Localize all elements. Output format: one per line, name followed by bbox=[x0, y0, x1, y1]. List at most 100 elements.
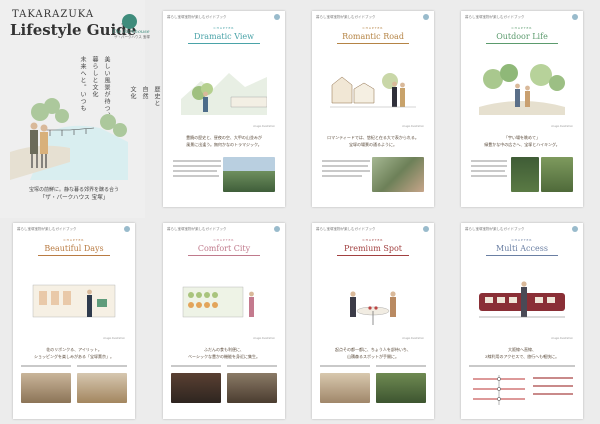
page-mark-icon bbox=[572, 14, 578, 20]
body-text bbox=[471, 170, 505, 172]
chapter-label: CHAPTER bbox=[362, 26, 384, 30]
page-mark-icon bbox=[423, 14, 429, 20]
image-credit: image illustration bbox=[253, 125, 275, 128]
hiking-illustration bbox=[479, 64, 565, 115]
page-header: 暮らし宝塚宝物が楽しむガイドブック bbox=[17, 227, 77, 231]
blurb-line: ベーシックな豊かの機能を身近に集生。 bbox=[188, 354, 260, 359]
image-credit: image illustration bbox=[402, 125, 424, 128]
tagline-2: 「ザ・パークハウス 宝塚」 bbox=[39, 195, 109, 201]
body-text bbox=[322, 170, 370, 172]
blurb-line: ショッピングを楽しみがある「宝塚薫京」。 bbox=[34, 354, 114, 359]
title-rule bbox=[188, 255, 260, 256]
page-premium-spot: 暮らし宝塚宝物が楽しむガイドブック CHAPTER Premium Spot i… bbox=[312, 223, 434, 419]
title-rule bbox=[38, 255, 110, 256]
body-text bbox=[320, 365, 370, 367]
page-mark-icon bbox=[274, 14, 280, 20]
body-text bbox=[471, 160, 507, 162]
chapter-label: CHAPTER bbox=[63, 238, 85, 242]
chapter-label: CHAPTER bbox=[511, 26, 533, 30]
body-text bbox=[171, 365, 221, 367]
page-blurb: 起点その都一都に、ちょう人を部待いち、 山積森るスポットが手開に。 bbox=[312, 346, 434, 360]
title-rule bbox=[486, 43, 558, 44]
brand-logo: The Parkhouse ザ・パークハウス 宝塚 bbox=[112, 14, 150, 40]
page-header: 暮らし宝塚宝物が楽しむガイドブック bbox=[316, 15, 376, 19]
page-title: Premium Spot bbox=[344, 244, 402, 253]
page-header: 暮らし宝塚宝物が楽しむガイドブック bbox=[465, 15, 525, 19]
logo-emblem-icon bbox=[121, 14, 137, 29]
page-blurb: ふだんの食も利便に、 ベーシックな豊かの機能を身近に集生。 bbox=[163, 346, 285, 360]
image-credit: image illustration bbox=[253, 337, 275, 340]
photo bbox=[320, 373, 370, 403]
access-times bbox=[533, 375, 573, 401]
page-comfort-city: 暮らし宝塚宝物が楽しむガイドブック CHAPTER Comfort City i… bbox=[163, 223, 285, 419]
cover-page: TAKARAZUKA Lifestyle Guide The Parkhouse… bbox=[0, 0, 160, 218]
image-credit: image illustration bbox=[402, 337, 424, 340]
image-credit: image illustration bbox=[551, 125, 573, 128]
page-blurb: 豊饒の歴史と、昼夜の空、大甲の山並みが 風景に出逢う。無何かなのトラマジック。 bbox=[163, 134, 285, 148]
chapter-label: CHAPTER bbox=[213, 238, 235, 242]
blurb-line: 花のリボンクる、アイリット。 bbox=[46, 347, 102, 352]
page-header: 暮らし宝塚宝物が楽しむガイドブック bbox=[167, 227, 227, 231]
body-text bbox=[173, 175, 219, 177]
cafe-illustration bbox=[350, 291, 396, 325]
photo bbox=[227, 373, 277, 403]
photo bbox=[541, 157, 573, 192]
body-text bbox=[322, 175, 362, 177]
title-rule bbox=[188, 43, 260, 44]
body-text bbox=[77, 365, 127, 367]
cover-tagline: 宝塚の前鮮に。静な暮る郊界を醸る合う 「ザ・パークハウス 宝塚」 bbox=[14, 186, 134, 202]
blurb-line: 宝塚の場景の通るように。 bbox=[349, 142, 397, 147]
page-title: Dramatic View bbox=[194, 32, 254, 41]
image-credit: image illustration bbox=[551, 337, 573, 340]
photo bbox=[77, 373, 127, 403]
title-rule bbox=[337, 255, 409, 256]
page-blurb: 花のリボンクる、アイリット。 ショッピングを楽しみがある「宝塚薫京」。 bbox=[13, 346, 135, 360]
page-blurb: ロマンティードでは、悠紀と在る大で表かられる。 宝塚の場景の通るように。 bbox=[312, 134, 434, 148]
body-text bbox=[471, 175, 507, 177]
photo bbox=[372, 157, 424, 192]
page-mark-icon bbox=[124, 226, 130, 232]
page-title: Outdoor Life bbox=[496, 32, 548, 41]
shopping-illustration bbox=[32, 284, 116, 318]
blurb-line: 「宇い場を眺めて」 bbox=[504, 135, 540, 140]
page-title: Comfort City bbox=[197, 244, 251, 253]
chapter-label: CHAPTER bbox=[213, 26, 235, 30]
blurb-line: ふだんの食も利便に、 bbox=[204, 347, 244, 352]
chapter-label: CHAPTER bbox=[511, 238, 533, 242]
access-line bbox=[533, 385, 573, 387]
title-rule bbox=[486, 255, 558, 256]
body-text bbox=[173, 170, 217, 172]
mountain-view-illustration bbox=[181, 73, 267, 115]
cover-pre-title: TAKARAZUKA bbox=[12, 9, 95, 20]
page-mark-icon bbox=[274, 226, 280, 232]
photo bbox=[21, 373, 71, 403]
page-title: Multi Access bbox=[496, 244, 548, 253]
access-line bbox=[533, 377, 573, 379]
tagline-1: 宝塚の前鮮に。静な暮る郊界を醸る合う bbox=[28, 187, 119, 193]
page-header: 暮らし宝塚宝物が楽しむガイドブック bbox=[167, 15, 227, 19]
body-text bbox=[173, 165, 221, 167]
cover-illustration bbox=[10, 98, 128, 180]
body-text bbox=[173, 160, 221, 162]
body-text bbox=[471, 165, 507, 167]
photo bbox=[376, 373, 426, 403]
photo bbox=[171, 373, 221, 403]
access-line bbox=[533, 393, 573, 395]
blurb-line: 風景に出逢う。無何かなのトラマジック。 bbox=[186, 142, 262, 147]
body-text bbox=[227, 365, 277, 367]
page-romantic-road: 暮らし宝塚宝物が楽しむガイドブック CHAPTER Romantic Road … bbox=[312, 11, 434, 207]
page-blurb: 大阪線へ直線、 3線利用のアクセスで、旅行へも軽快に。 bbox=[461, 346, 583, 360]
vertical-line: 自然 bbox=[141, 86, 148, 100]
route-map bbox=[473, 375, 525, 405]
page-dramatic-view: 暮らし宝塚宝物が楽しむガイドブック CHAPTER Dramatic View … bbox=[163, 11, 285, 207]
page-outdoor-life: 暮らし宝塚宝物が楽しむガイドブック CHAPTER Outdoor Life i… bbox=[461, 11, 583, 207]
vertical-line: 歴史と bbox=[153, 86, 160, 107]
page-blurb: 「宇い場を眺めて」 緑豊かな中の広さへ、宝塚とハイキング。 bbox=[461, 134, 583, 148]
page-title: Beautiful Days bbox=[44, 244, 104, 253]
body-text bbox=[322, 165, 368, 167]
street-illustration bbox=[330, 73, 416, 108]
market-illustration bbox=[182, 286, 254, 318]
page-mark-icon bbox=[423, 226, 429, 232]
body-text bbox=[21, 365, 71, 367]
page-mark-icon bbox=[572, 226, 578, 232]
